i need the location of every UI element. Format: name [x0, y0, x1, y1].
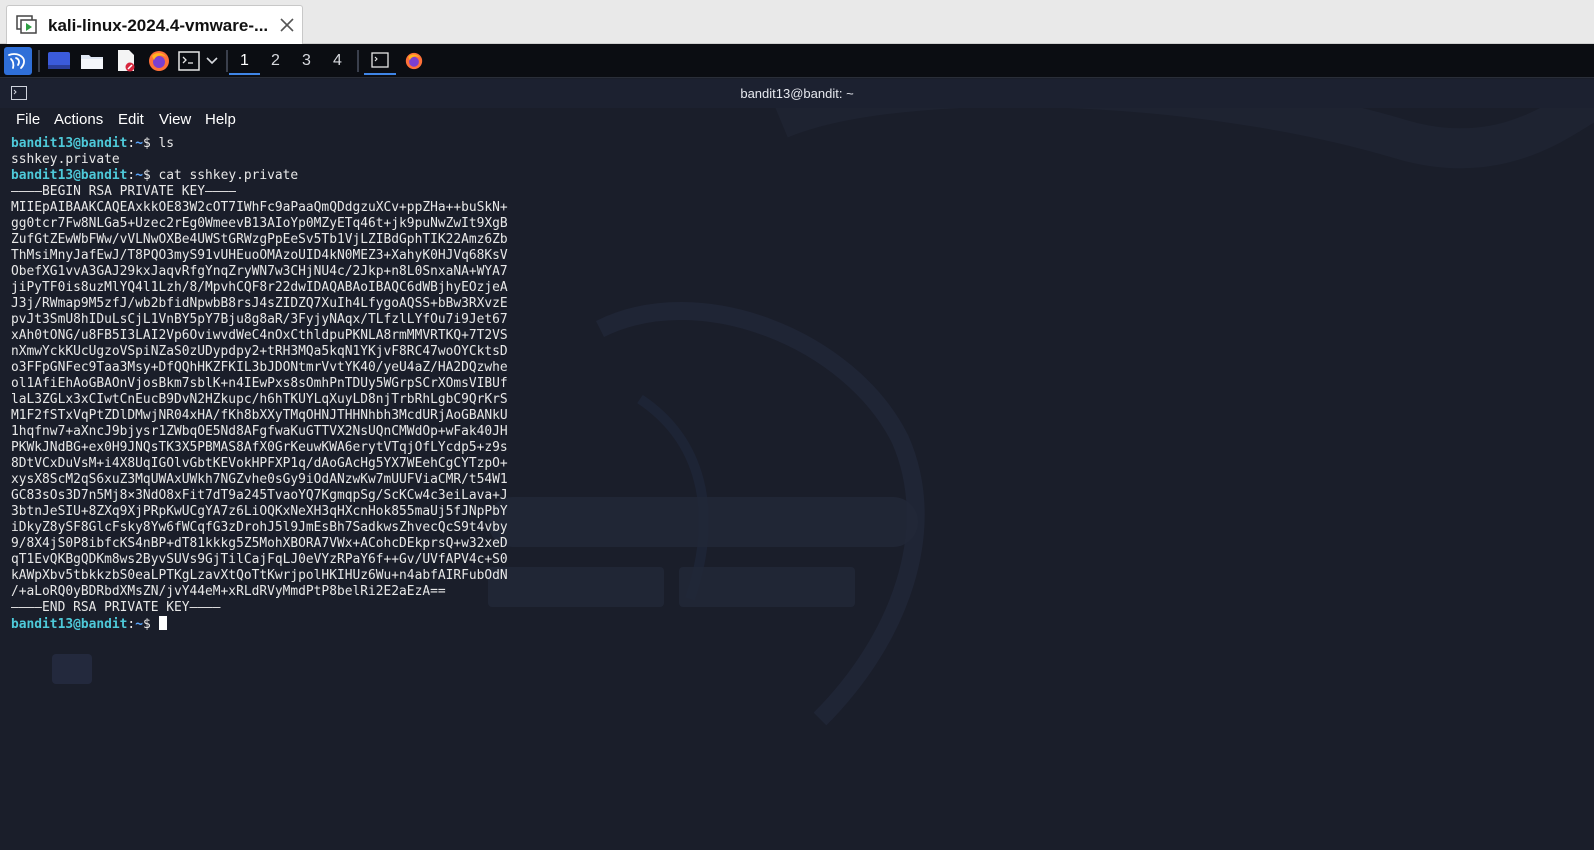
command-text: cat sshkey.private	[150, 168, 299, 183]
workspace-1[interactable]: 1	[229, 47, 260, 75]
output-line: ————END RSA PRIVATE KEY————	[11, 600, 221, 615]
prompt-dollar: $	[142, 168, 151, 183]
output-line: pvJt3SmU8hIDuLsCjL1VnBY5pY7Bju8g8aR/3Fyj…	[11, 312, 508, 327]
workspace-4[interactable]: 4	[322, 47, 353, 75]
output-line: GC83sOs3D7n5Mj8×3NdO8xFit7dT9a245TvaoYQ7…	[11, 488, 508, 503]
close-icon[interactable]	[277, 15, 297, 35]
output-line: ZufGtZEwWbFWw/vVLNwOXBe4UWStGRWzgPpEeSv5…	[11, 232, 508, 247]
panel-separator	[357, 50, 359, 72]
terminal-task-icon[interactable]	[364, 47, 396, 75]
menu-actions[interactable]: Actions	[54, 111, 103, 128]
kali-dragon-icon	[8, 53, 25, 69]
prompt-dollar: $	[142, 617, 151, 632]
output-line: ThMsiMnyJafEwJ/T8PQO3myS91vUHEuoOMAzoUID…	[11, 248, 508, 263]
vm-tab[interactable]: kali-linux-2024.4-vmware-...	[6, 5, 303, 44]
output-line: xysX8ScM2qS6xuZ3MqUWAxUWkh7NGZvhe0sGy9iO…	[11, 472, 508, 487]
prompt-path: ~	[135, 136, 143, 151]
output-line: kAWpXbv5tbkkzbS0eaLPTKgLzavXtQoTtKwrjpol…	[11, 568, 508, 583]
prompt-path: ~	[135, 168, 143, 183]
panel-separator	[38, 50, 40, 72]
menu-help[interactable]: Help	[205, 111, 236, 128]
output-line: /+aLoRQ0yBDRbdXMsZN/jvY44eM+xRLdRVyMmdPt…	[11, 584, 446, 599]
text-editor-icon[interactable]	[113, 47, 139, 75]
output-line: gg0tcr7Fw8NLGa5+Uzec2rEg0WmeevB13AIoYp0M…	[11, 216, 508, 231]
output-line: PKWkJNdBG+ex0H9JNQsTK3X5PBMAS8AfX0GrKeuw…	[11, 440, 508, 455]
terminal-titlebar: bandit13@bandit: ~	[0, 79, 1594, 108]
firefox-task-icon[interactable]	[400, 47, 428, 75]
file-manager-icon[interactable]	[79, 47, 105, 75]
command-text: ls	[150, 136, 175, 151]
output-line: ObefXG1vvA3GAJ29kxJaqvRfgYnqZryWN7w3CHjN…	[11, 264, 508, 279]
top-panel: 1 2 3 4	[0, 44, 1594, 78]
output-line: xAh0tONG/u8FB5I3LAI2Vp6OviwvdWeC4nOxCthl…	[11, 328, 508, 343]
prompt-line: bandit13@bandit:~$	[11, 616, 508, 632]
terminal-output[interactable]: bandit13@bandit:~$ ls sshkey.private bandi…	[11, 136, 508, 632]
menu-edit[interactable]: Edit	[118, 111, 144, 128]
panel-separator	[226, 50, 228, 72]
command-text	[151, 617, 159, 632]
output-line: ol1AfiEhAoGBAOnVjosBkm7sblK+n4IEwPxs8sOm…	[11, 376, 508, 391]
workspace-3[interactable]: 3	[291, 47, 322, 75]
output-line: 1hqfnw7+aXncJ9bjysr1ZWbqOE5Nd8AFgfwaKuGT…	[11, 424, 508, 439]
menu-view[interactable]: View	[159, 111, 191, 128]
workspace-2[interactable]: 2	[260, 47, 291, 75]
terminal-icon[interactable]	[177, 47, 201, 75]
output-line: sshkey.private	[11, 152, 120, 167]
output-line: o3FFpGNFec9Taa3Msy+DfQQhHKZFKIL3bJDONtmr…	[11, 360, 508, 375]
vm-icon	[16, 15, 37, 34]
menu-file[interactable]: File	[16, 111, 40, 128]
show-desktop-icon[interactable]	[46, 47, 72, 75]
prompt-path: ~	[135, 617, 143, 632]
vm-tab-bar: kali-linux-2024.4-vmware-...	[0, 0, 1594, 44]
output-line: J3j/RWmap9M5zfJ/wb2bfidNpwbB8rsJ4sZIDZQ7…	[11, 296, 508, 311]
firefox-icon[interactable]	[146, 47, 172, 75]
vm-tab-title: kali-linux-2024.4-vmware-...	[48, 16, 269, 35]
prompt-user-host: bandit13@bandit	[11, 617, 128, 632]
text-cursor	[159, 616, 168, 630]
output-line: 9/8X4jS0P8ibfcKS4nBP+dT81kkkg5Z5MohXBORA…	[11, 536, 508, 551]
output-line: M1F2fSTxVqPtZDlDMwjNR04xHA/fKh8bXXyTMqOH…	[11, 408, 508, 423]
output-line: qT1EvQKBgQDKm8ws2ByvSUVs9GjTilCajFqLJ0eV…	[11, 552, 508, 567]
terminal-menubar: File Actions Edit View Help	[0, 108, 1594, 132]
terminal-title: bandit13@bandit: ~	[740, 86, 854, 101]
dropdown-icon[interactable]	[203, 47, 221, 75]
prompt-user-host: bandit13@bandit	[11, 168, 128, 183]
output-line: 8DtVCxDuVsM+i4X8UqIGOlvGbtKEVokHPFXP1q/d…	[11, 456, 508, 471]
terminal-window[interactable]: bandit13@bandit: ~ File Actions Edit Vie…	[0, 79, 1594, 850]
output-line: 3btnJeSIU+8ZXq9XjPRpKwUCgYA7z6LiOQKxNeXH…	[11, 504, 508, 519]
output-line: nXmwYckKUcUgzoVSpiNZaS0zUDypdpy2+tRH3MQa…	[11, 344, 508, 359]
prompt-line: bandit13@bandit:~$ cat sshkey.private	[11, 168, 508, 184]
kali-menu-icon[interactable]	[4, 47, 32, 75]
output-line: laL3ZGLx3xCIwtCnEucB9DvN2HZkupc/h6hTKUYL…	[11, 392, 508, 407]
prompt-dollar: $	[142, 136, 151, 151]
output-line: ————BEGIN RSA PRIVATE KEY————	[11, 184, 237, 199]
prompt-line: bandit13@bandit:~$ ls	[11, 136, 508, 152]
output-line: jiPyTF0is8uzMlYQ4l1Lzh/8/MpvhCQF8r22dwID…	[11, 280, 508, 295]
output-line: MIIEpAIBAAKCAQEAxkkOE83W2cOT7IWhFc9aPaaQ…	[11, 200, 508, 215]
prompt-user-host: bandit13@bandit	[11, 136, 128, 151]
output-line: iDkyZ8ySF8GlcFsky8Yw6fWCqfG3zDrohJ5l9JmE…	[11, 520, 508, 535]
